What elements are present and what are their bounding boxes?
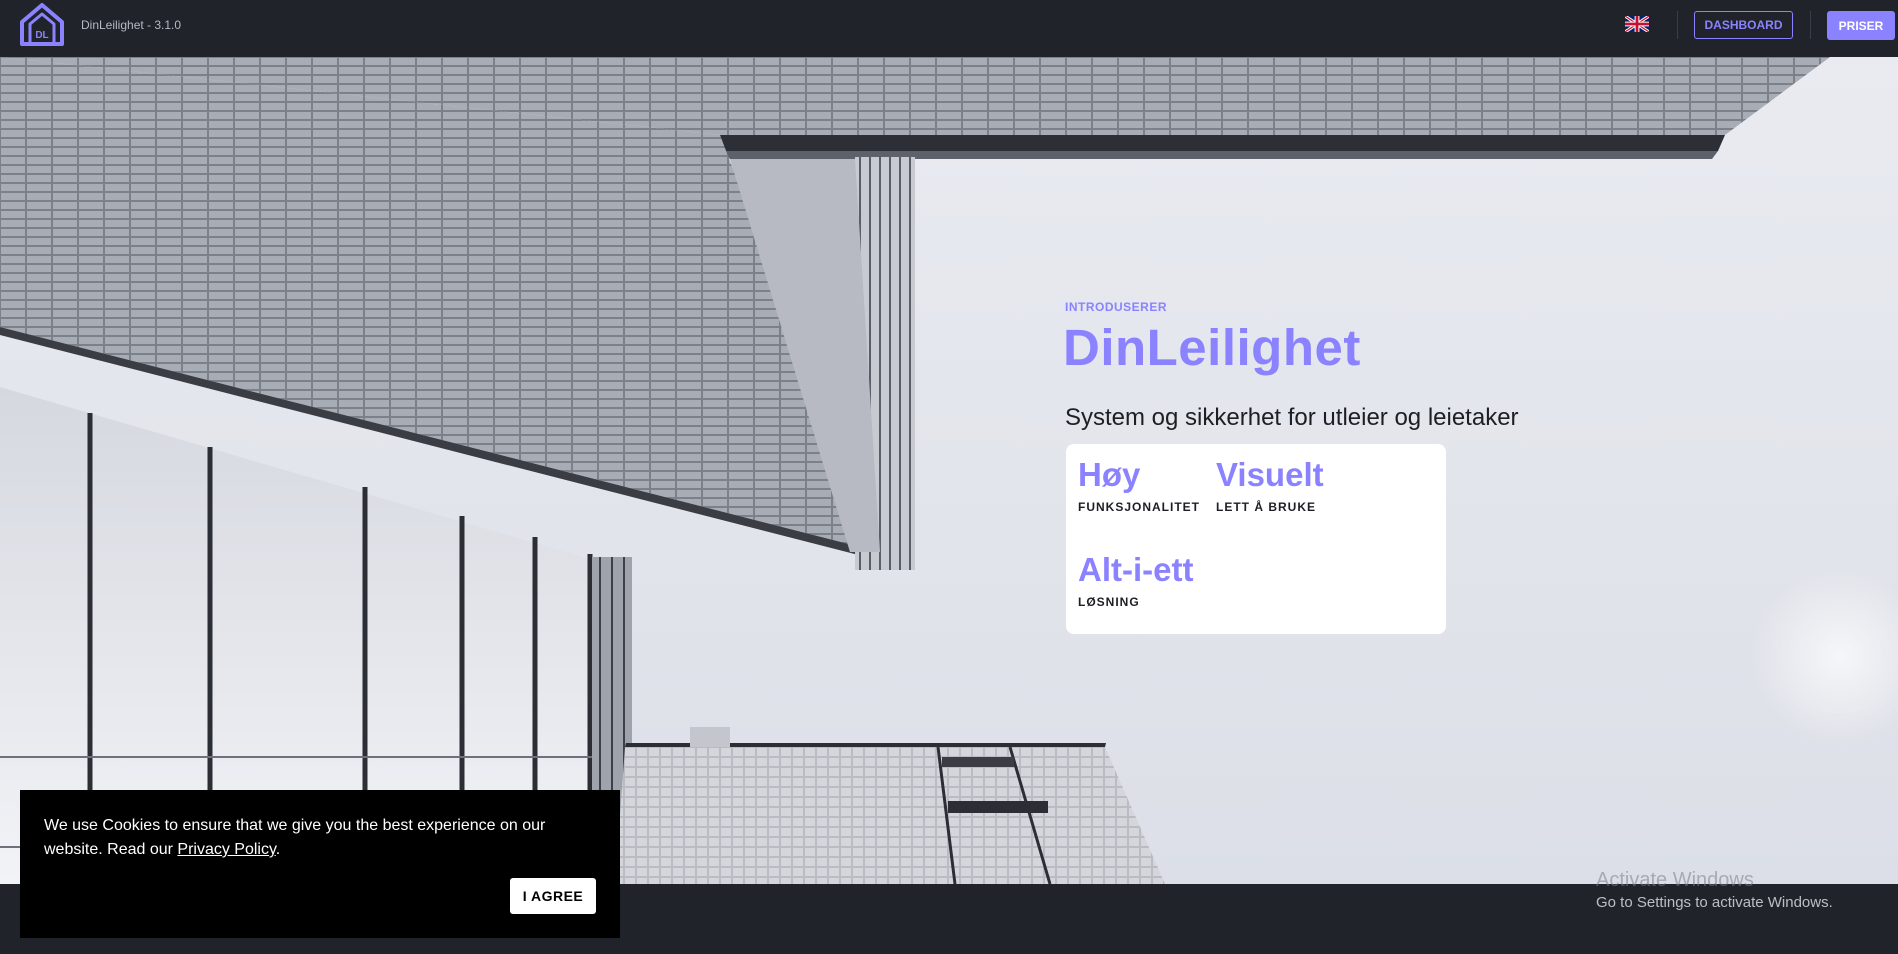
feature-item: Visuelt LETT Å BRUKE xyxy=(1216,456,1324,514)
cookie-message: We use Cookies to ensure that we give yo… xyxy=(44,814,584,862)
uk-flag-icon[interactable] xyxy=(1624,14,1650,34)
app-title: DinLeilighet - 3.1.0 xyxy=(81,18,182,32)
top-navbar: DL DinLeilighet - 3.1.0 DASHBOARD PRISER xyxy=(0,0,1898,57)
feature-title: Høy xyxy=(1078,456,1141,493)
features-card: Høy FUNKSJONALITET Visuelt LETT Å BRUKE … xyxy=(1066,444,1446,634)
feature-subtitle: LØSNING xyxy=(1078,595,1140,609)
logo-text: DL xyxy=(35,30,48,41)
windows-watermark-subtitle: Go to Settings to activate Windows. xyxy=(1596,894,1833,911)
cookie-text-end: . xyxy=(275,841,281,858)
nav-divider xyxy=(1810,11,1811,39)
logo-icon[interactable]: DL xyxy=(19,2,65,46)
feature-item: Høy FUNKSJONALITET xyxy=(1078,456,1200,514)
windows-watermark-title: Activate Windows xyxy=(1596,869,1754,891)
cookie-agree-button[interactable]: I AGREE xyxy=(510,878,596,914)
feature-subtitle: LETT Å BRUKE xyxy=(1216,500,1316,514)
hero-section: INTRODUSERER DinLeilighet System og sikk… xyxy=(0,57,1898,884)
cookie-text: We use Cookies to ensure that we give yo… xyxy=(44,817,546,858)
nav-divider xyxy=(1677,11,1678,39)
feature-subtitle: FUNKSJONALITET xyxy=(1078,500,1200,514)
brand-name: DinLeilighet xyxy=(1063,319,1361,376)
feature-title: Visuelt xyxy=(1216,456,1324,493)
priser-button[interactable]: PRISER xyxy=(1827,11,1895,40)
hero-tagline: System og sikkerhet for utleier og leiet… xyxy=(1065,404,1519,431)
cookie-banner: We use Cookies to ensure that we give yo… xyxy=(20,790,620,938)
feature-title: Alt-i-ett xyxy=(1078,551,1194,588)
feature-item: Alt-i-ett LØSNING xyxy=(1078,551,1193,609)
intro-label: INTRODUSERER xyxy=(1065,300,1168,314)
dashboard-button[interactable]: DASHBOARD xyxy=(1694,11,1793,39)
hero-background-image xyxy=(0,57,1898,884)
privacy-policy-link[interactable]: Privacy Policy xyxy=(177,841,275,858)
